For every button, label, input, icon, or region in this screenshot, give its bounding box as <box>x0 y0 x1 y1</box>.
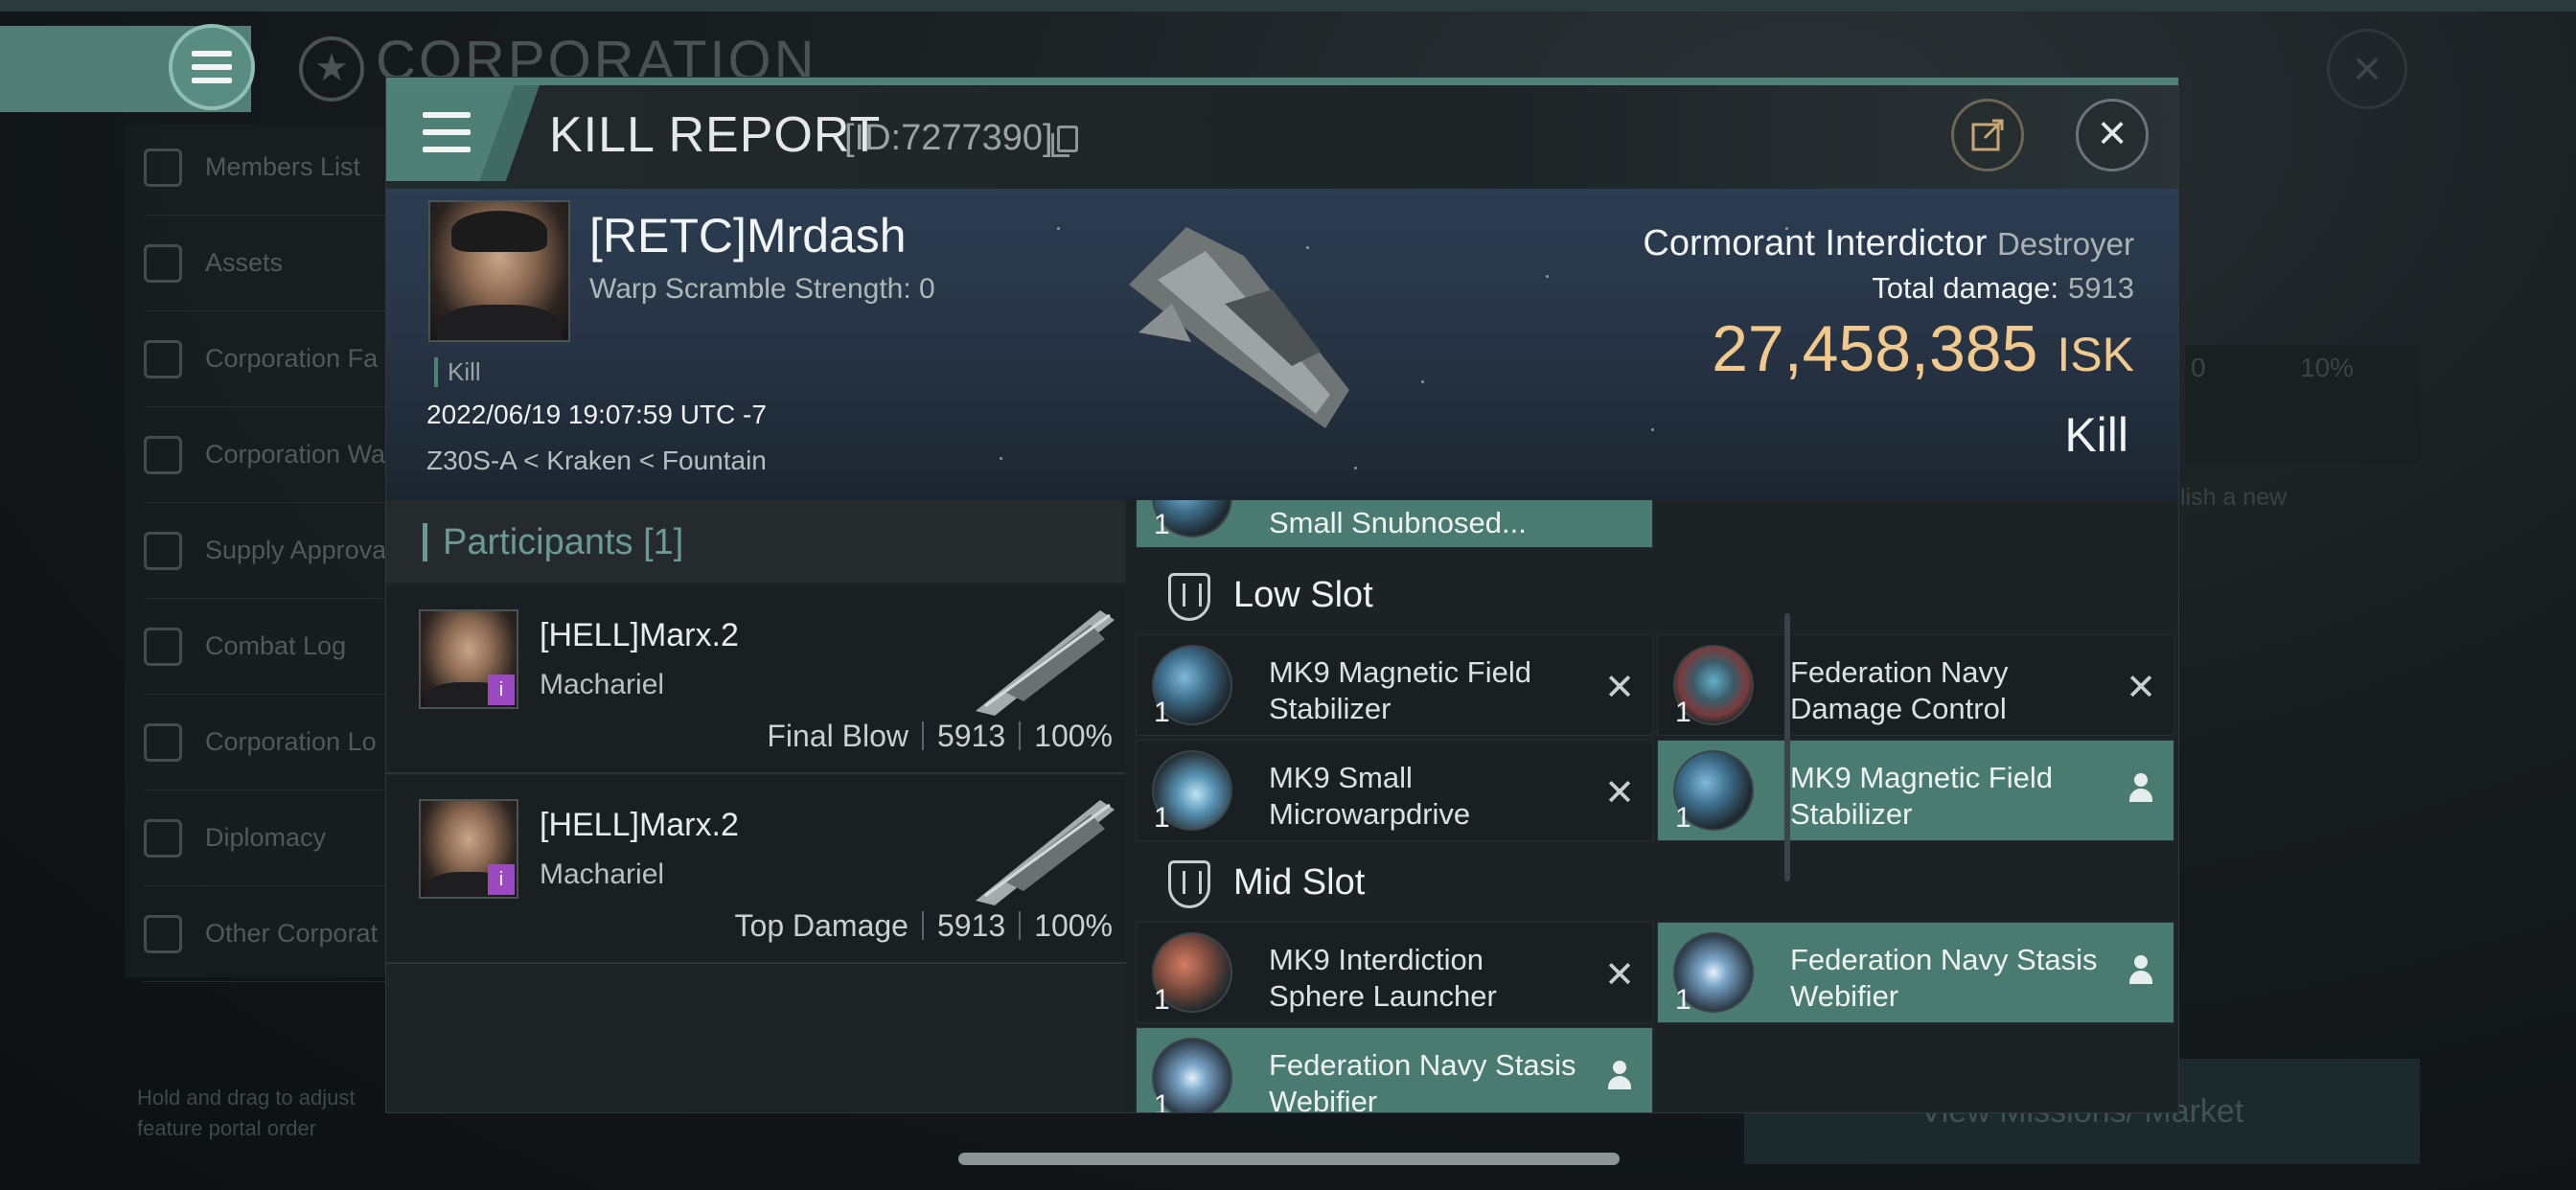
top-status-line <box>0 0 2576 11</box>
victim-name[interactable]: [RETC]Mrdash <box>589 208 907 263</box>
fitting-item-partial[interactable]: 1 Small Snubnosed... <box>1136 500 1653 548</box>
victim-ship-class: Destroyer <box>1996 226 2134 262</box>
fitting-item[interactable]: 1 Federation Navy Stasis Webifier <box>1657 922 2174 1023</box>
victim-ship-name: Cormorant Interdictor Destroyer <box>1643 223 2134 263</box>
destroyed-icon: ✕ <box>2126 668 2156 708</box>
dropped-icon <box>2129 955 2152 988</box>
assets-icon <box>144 243 182 283</box>
kill-location: Z30S-A < Kraken < Fountain <box>426 446 767 475</box>
modal-accent <box>386 78 2178 85</box>
participant-role: Final Blow <box>767 719 908 753</box>
dropped-icon <box>2129 773 2152 806</box>
supply-icon <box>144 531 182 570</box>
dropped-icon <box>1608 1061 1631 1093</box>
participant-stats: Top Damage 5913 100% <box>735 908 1113 944</box>
victim-ship-image <box>1129 227 1349 428</box>
kill-datetime: 2022/06/19 19:07:59 UTC -7 <box>426 400 767 429</box>
destroyed-icon: ✕ <box>1604 773 1635 813</box>
modal-title: KILL REPORT <box>549 107 882 163</box>
fitting-item[interactable]: 1 Federation Navy Stasis Webifier <box>1136 1027 1653 1112</box>
combat-log-icon <box>144 627 182 666</box>
corp-log-icon <box>144 722 182 762</box>
mid-slot-header: Mid Slot <box>1136 845 2178 920</box>
participant-damage: 5913 <box>936 908 1006 943</box>
victim-header: [RETC]Mrdash Warp Scramble Strength: 0 K… <box>386 189 2178 500</box>
corporation-star-icon: ★ <box>299 36 364 102</box>
fitting-scrollbar[interactable] <box>1784 613 1790 881</box>
kill-report-modal: KILL REPORT [ID:7277390] × [RETC]Mrdash … <box>385 77 2179 1113</box>
participant-ship-image <box>976 610 1115 716</box>
fitting-item[interactable]: 1 Federation Navy Damage Control ✕ <box>1657 634 2174 736</box>
participant-percent: 100% <box>1034 719 1113 753</box>
fitting-item[interactable]: 1 MK9 Small Microwarpdrive ✕ <box>1136 740 1653 841</box>
diplomacy-icon <box>144 818 182 858</box>
fitting-item[interactable]: 1 MK9 Interdiction Sphere Launcher ✕ <box>1136 922 1653 1023</box>
participant-stats: Final Blow 5913 100% <box>767 719 1113 754</box>
participant-badge: i <box>488 675 515 705</box>
fitting-item[interactable]: 1 MK9 Magnetic Field Stabilizer <box>1657 740 2174 841</box>
other-corp-icon <box>144 914 182 953</box>
participant-percent: 100% <box>1034 908 1113 943</box>
fitting-item[interactable]: 1 MK9 Magnetic Field Stabilizer ✕ <box>1136 634 1653 736</box>
close-button[interactable]: × <box>2076 99 2149 172</box>
hamburger-icon <box>423 112 471 152</box>
bg-close-icon[interactable]: × <box>2327 29 2407 109</box>
participant-ship-image <box>976 800 1115 905</box>
destroyed-icon: ✕ <box>1604 955 1635 995</box>
facilities-icon <box>144 339 182 378</box>
total-damage-value: 5913 <box>2068 271 2134 305</box>
shield-icon <box>1168 860 1210 908</box>
bg-right-percent: 10% <box>2300 353 2355 382</box>
participants-panel: Participants [1] i [HELL]Marx.2 Macharie… <box>386 500 1126 1112</box>
participant-ship: Machariel <box>540 858 665 890</box>
participant-portrait: i <box>419 609 518 709</box>
kill-result: Kill <box>2064 408 2128 462</box>
bg-hint-text: Hold and drag to adjust feature portal o… <box>137 1086 356 1140</box>
members-icon <box>144 148 182 187</box>
hamburger-icon <box>192 51 232 83</box>
kill-id: [ID:7277390] <box>844 118 1053 158</box>
victim-portrait <box>428 200 570 342</box>
bg-right-panel: 0 10% <box>2185 345 2420 464</box>
copy-icon[interactable] <box>1051 126 1078 157</box>
home-indicator <box>958 1153 1620 1165</box>
participant-name: [HELL]Marx.2 <box>540 617 739 653</box>
participant-row[interactable]: i [HELL]Marx.2 Machariel Final Blow 5913 1… <box>386 586 1126 774</box>
participant-role: Top Damage <box>734 908 908 943</box>
participant-ship: Machariel <box>540 669 665 700</box>
participant-damage: 5913 <box>936 719 1006 753</box>
participant-name: [HELL]Marx.2 <box>540 807 739 843</box>
participants-header: Participants [1] <box>386 500 1126 583</box>
bg-menu-button[interactable] <box>169 24 255 110</box>
app-root: ★ CORPORATION Members List Assets Corpor… <box>0 0 2576 1190</box>
close-icon: × <box>2097 105 2128 161</box>
bg-right-value: 0 <box>2191 353 2206 382</box>
participant-row[interactable]: i [HELL]Marx.2 Machariel Top Damage 5913 1… <box>386 776 1126 964</box>
share-button[interactable] <box>1951 99 2024 172</box>
participant-badge: i <box>488 864 515 895</box>
destroyed-icon: ✕ <box>1604 668 1635 708</box>
warp-scramble-strength: Warp Scramble Strength: 0 <box>589 273 935 305</box>
low-slot-header: Low Slot <box>1136 558 2178 632</box>
bg-publish-hint: lish a new <box>2180 484 2288 511</box>
share-icon <box>1971 119 2004 151</box>
wallet-icon <box>144 435 182 474</box>
shield-icon <box>1168 573 1210 621</box>
total-damage: Total damage: 5913 <box>1872 271 2134 305</box>
kill-tag: Kill <box>434 357 481 387</box>
participant-portrait: i <box>419 799 518 899</box>
participants-title: Participants [1] <box>423 523 683 561</box>
isk-unit: ISK <box>2057 328 2134 381</box>
fitting-panel: 1 Small Snubnosed... Low Slot 1 MK9 Magn… <box>1136 500 2178 1112</box>
isk-value: 27,458,385 ISK <box>1712 312 2134 385</box>
